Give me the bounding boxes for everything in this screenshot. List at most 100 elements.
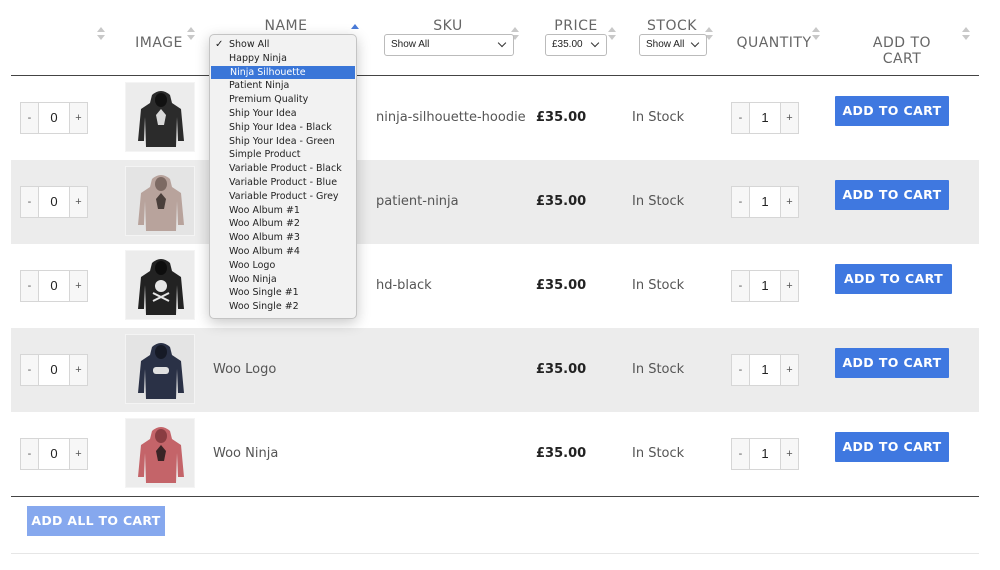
- dropdown-option[interactable]: Ship Your Idea - Black: [210, 121, 356, 135]
- dropdown-option[interactable]: Variable Product - Grey: [210, 190, 356, 204]
- column-header-price[interactable]: PRICE: [548, 18, 604, 34]
- price-filter-select[interactable]: £35.00: [545, 34, 607, 56]
- product-name[interactable]: Woo Ninja: [213, 446, 278, 461]
- sort-arrows-icon[interactable]: [812, 27, 820, 41]
- dropdown-option[interactable]: Ninja Silhouette: [211, 65, 355, 80]
- dropdown-option[interactable]: Woo Single #1: [210, 286, 356, 300]
- increment-button[interactable]: +: [781, 187, 798, 217]
- increment-button[interactable]: +: [781, 439, 798, 469]
- stock-status: In Stock: [632, 110, 685, 125]
- add-to-cart-button[interactable]: ADD TO CART: [835, 264, 952, 294]
- decrement-button[interactable]: -: [732, 187, 749, 217]
- quantity-stepper[interactable]: - 1 +: [731, 354, 799, 386]
- quantity-stepper[interactable]: - 1 +: [731, 186, 799, 218]
- decrement-button[interactable]: -: [732, 271, 749, 301]
- table-row: - 0 + Woo Ninja £35.00 In Stock - 1 + AD…: [11, 412, 979, 496]
- decrement-button[interactable]: -: [732, 355, 749, 385]
- increment-button[interactable]: +: [70, 187, 87, 217]
- sort-arrows-icon[interactable]: [962, 27, 970, 41]
- increment-button[interactable]: +: [70, 355, 87, 385]
- chevron-down-icon: [590, 38, 600, 48]
- quantity-value[interactable]: 1: [749, 103, 781, 133]
- price-filter-value: £35.00: [552, 39, 583, 50]
- select-quantity-stepper[interactable]: - 0 +: [20, 438, 88, 470]
- column-header-quantity[interactable]: QUANTITY: [735, 35, 813, 51]
- select-quantity-value[interactable]: 0: [38, 187, 70, 217]
- sort-arrows-icon[interactable]: [187, 27, 195, 41]
- dropdown-option[interactable]: Woo Album #1: [210, 204, 356, 218]
- column-header-name[interactable]: NAME: [255, 18, 317, 34]
- dropdown-option[interactable]: Ship Your Idea - Green: [210, 135, 356, 149]
- product-name[interactable]: Woo Logo: [213, 362, 276, 377]
- quantity-stepper[interactable]: - 1 +: [731, 270, 799, 302]
- stock-filter-select[interactable]: Show All: [639, 34, 707, 56]
- column-header-stock[interactable]: STOCK: [644, 18, 700, 34]
- dropdown-option[interactable]: ✓ Show All: [210, 38, 356, 52]
- decrement-button[interactable]: -: [732, 103, 749, 133]
- dropdown-option[interactable]: Woo Album #3: [210, 231, 356, 245]
- quantity-stepper[interactable]: - 1 +: [731, 438, 799, 470]
- product-sku: patient-ninja: [376, 194, 459, 209]
- quantity-value[interactable]: 1: [749, 355, 781, 385]
- increment-button[interactable]: +: [70, 439, 87, 469]
- dropdown-option[interactable]: Ship Your Idea: [210, 107, 356, 121]
- bottom-divider: [11, 553, 979, 554]
- select-quantity-value[interactable]: 0: [38, 271, 70, 301]
- dropdown-option[interactable]: Happy Ninja: [210, 52, 356, 66]
- decrement-button[interactable]: -: [21, 187, 38, 217]
- dropdown-option[interactable]: Premium Quality: [210, 93, 356, 107]
- increment-button[interactable]: +: [781, 103, 798, 133]
- product-image[interactable]: [125, 82, 195, 152]
- increment-button[interactable]: +: [70, 103, 87, 133]
- name-filter-dropdown[interactable]: ✓ Show All Happy Ninja Ninja Silhouette Pati…: [209, 34, 357, 319]
- add-to-cart-button[interactable]: ADD TO CART: [835, 96, 949, 126]
- quantity-stepper[interactable]: - 1 +: [731, 102, 799, 134]
- select-quantity-stepper[interactable]: - 0 +: [20, 354, 88, 386]
- add-to-cart-button[interactable]: ADD TO CART: [835, 180, 949, 210]
- product-image[interactable]: [125, 166, 195, 236]
- dropdown-option[interactable]: Woo Album #4: [210, 245, 356, 259]
- product-sku: hd-black: [376, 278, 432, 293]
- dropdown-option[interactable]: Woo Ninja: [210, 273, 356, 287]
- product-image[interactable]: [125, 334, 195, 404]
- dropdown-option[interactable]: Variable Product - Blue: [210, 176, 356, 190]
- decrement-button[interactable]: -: [21, 271, 38, 301]
- select-quantity-value[interactable]: 0: [38, 439, 70, 469]
- select-quantity-stepper[interactable]: - 0 +: [20, 270, 88, 302]
- sku-filter-value: Show All: [391, 39, 430, 50]
- product-price: £35.00: [536, 362, 587, 377]
- add-to-cart-button[interactable]: ADD TO CART: [835, 432, 949, 462]
- select-quantity-value[interactable]: 0: [38, 103, 70, 133]
- stock-status: In Stock: [632, 446, 685, 461]
- decrement-button[interactable]: -: [732, 439, 749, 469]
- quantity-value[interactable]: 1: [749, 271, 781, 301]
- sku-filter-select[interactable]: Show All: [384, 34, 514, 56]
- product-image[interactable]: [125, 418, 195, 488]
- product-sku: ninja-silhouette-hoodie: [376, 110, 526, 125]
- dropdown-option[interactable]: Variable Product - Black: [210, 162, 356, 176]
- stock-status: In Stock: [632, 362, 685, 377]
- table-row: - 0 + ninja-silhouette-hoodie £35.00 In …: [11, 76, 979, 160]
- select-quantity-value[interactable]: 0: [38, 355, 70, 385]
- quantity-value[interactable]: 1: [749, 187, 781, 217]
- quantity-value[interactable]: 1: [749, 439, 781, 469]
- decrement-button[interactable]: -: [21, 103, 38, 133]
- dropdown-option[interactable]: Woo Album #2: [210, 217, 356, 231]
- dropdown-option[interactable]: Simple Product: [210, 148, 356, 162]
- column-header-sku[interactable]: SKU: [420, 18, 476, 34]
- increment-button[interactable]: +: [781, 271, 798, 301]
- decrement-button[interactable]: -: [21, 439, 38, 469]
- sort-arrows-icon[interactable]: [97, 27, 105, 41]
- dropdown-option[interactable]: Woo Single #2: [210, 300, 356, 314]
- dropdown-option[interactable]: Patient Ninja: [210, 79, 356, 93]
- add-all-to-cart-button[interactable]: ADD ALL TO CART: [27, 506, 165, 536]
- select-quantity-stepper[interactable]: - 0 +: [20, 102, 88, 134]
- sort-arrows-icon[interactable]: [608, 27, 616, 41]
- add-to-cart-button[interactable]: ADD TO CART: [835, 348, 949, 378]
- select-quantity-stepper[interactable]: - 0 +: [20, 186, 88, 218]
- increment-button[interactable]: +: [781, 355, 798, 385]
- increment-button[interactable]: +: [70, 271, 87, 301]
- product-image[interactable]: [125, 250, 195, 320]
- dropdown-option[interactable]: Woo Logo: [210, 259, 356, 273]
- decrement-button[interactable]: -: [21, 355, 38, 385]
